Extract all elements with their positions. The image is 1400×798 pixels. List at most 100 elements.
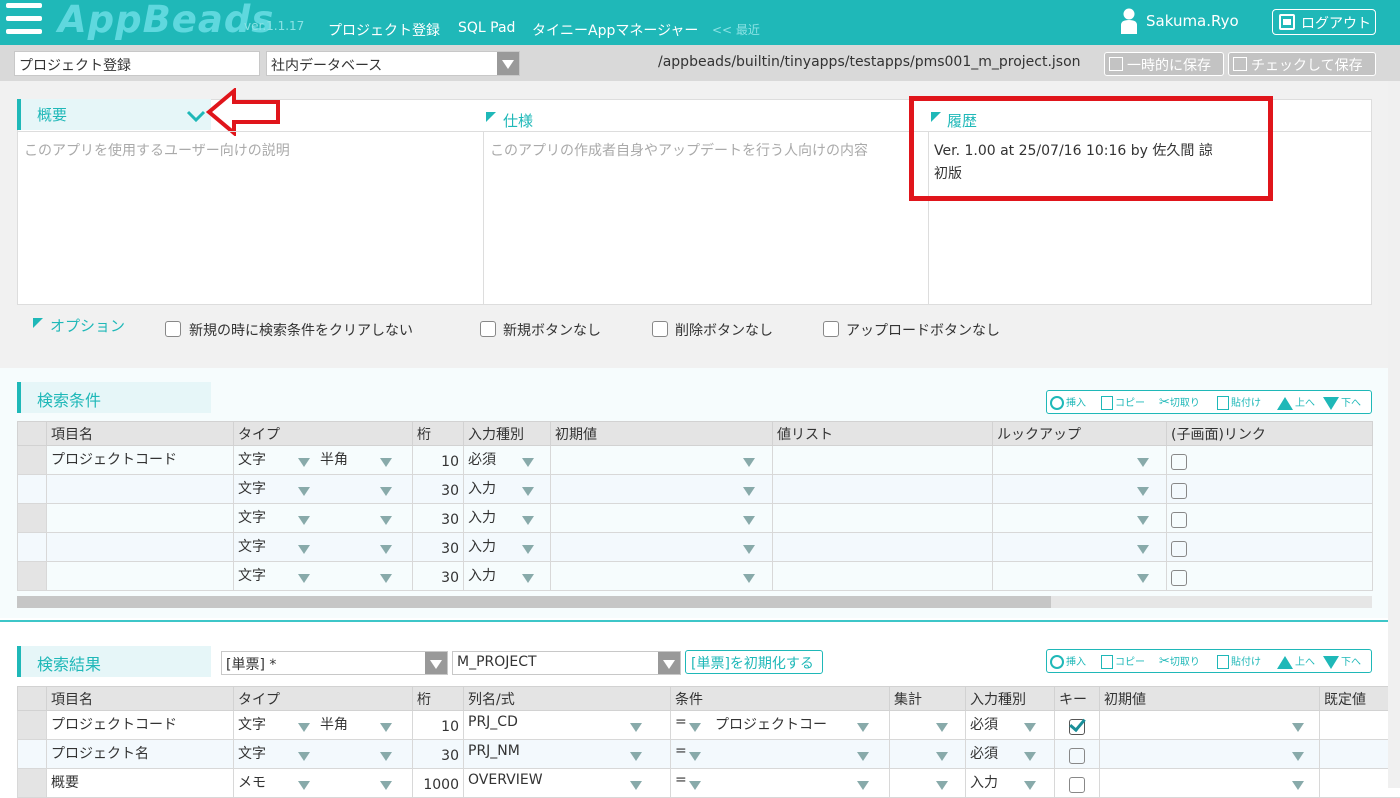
initial-value-cell[interactable]	[551, 475, 773, 504]
result-mode-select[interactable]: [単票] *	[221, 651, 448, 675]
initial-value-cell[interactable]	[551, 533, 773, 562]
initial-value-cell[interactable]	[551, 504, 773, 533]
nav-sql-pad[interactable]: SQL Pad	[458, 20, 515, 36]
input-type-cell[interactable]: 入力	[464, 533, 551, 562]
link-checkbox[interactable]	[1171, 541, 1187, 557]
value-list-cell[interactable]	[773, 446, 993, 475]
horizontal-scrollbar[interactable]	[17, 596, 1372, 608]
digits-cell[interactable]: 30	[413, 533, 464, 562]
column-name-cell[interactable]: PRJ_CD	[464, 711, 671, 740]
value-list-cell[interactable]	[773, 504, 993, 533]
digits-cell[interactable]: 10	[413, 711, 464, 740]
option-checkbox-no-delete[interactable]	[652, 321, 668, 337]
key-checkbox[interactable]	[1069, 748, 1085, 764]
input-type-cell[interactable]: 入力	[464, 504, 551, 533]
paste-button[interactable]: 貼付け	[1217, 394, 1261, 410]
value-list-cell[interactable]	[773, 562, 993, 591]
aggregate-cell[interactable]	[890, 769, 966, 798]
option-checkbox-keep-search[interactable]	[165, 321, 181, 337]
value-list-cell[interactable]	[773, 533, 993, 562]
overview-title[interactable]: 概要	[17, 99, 211, 130]
condition-cell[interactable]: =	[671, 740, 890, 769]
link-checkbox[interactable]	[1171, 512, 1187, 528]
digits-cell[interactable]: 30	[413, 504, 464, 533]
lookup-cell[interactable]	[993, 446, 1167, 475]
spec-title[interactable]: 仕様	[503, 110, 533, 131]
move-up-button[interactable]: 上へ	[1277, 653, 1315, 669]
row-handle[interactable]	[18, 504, 47, 533]
options-title[interactable]: オプション	[50, 315, 125, 336]
item-name-cell[interactable]	[47, 475, 234, 504]
initial-value-cell[interactable]	[1100, 740, 1320, 769]
hamburger-menu-icon[interactable]	[6, 3, 42, 37]
item-name-cell[interactable]: プロジェクトコード	[47, 446, 234, 475]
row-handle[interactable]	[18, 533, 47, 562]
description-textarea[interactable]: このアプリを使用するユーザー向けの説明	[24, 140, 474, 160]
type-cell[interactable]: 文字	[234, 504, 413, 533]
type-cell[interactable]: 文字	[234, 740, 413, 769]
item-name-cell[interactable]: プロジェクト名	[47, 740, 234, 769]
input-type-cell[interactable]: 必須	[966, 711, 1055, 740]
vertical-scrollbar[interactable]	[1388, 81, 1400, 788]
save-temporary-button[interactable]: 一時的に保存	[1104, 52, 1224, 76]
type-cell[interactable]: 文字	[234, 533, 413, 562]
initial-value-cell[interactable]	[551, 446, 773, 475]
row-handle[interactable]	[18, 562, 47, 591]
type-cell[interactable]: メモ	[234, 769, 413, 798]
condition-cell[interactable]: =プロジェクトコー	[671, 711, 890, 740]
nav-tiny-app-manager[interactable]: タイニーAppマネージャー	[532, 20, 698, 40]
lookup-cell[interactable]	[993, 504, 1167, 533]
initial-value-cell[interactable]	[551, 562, 773, 591]
link-checkbox[interactable]	[1171, 454, 1187, 470]
lookup-cell[interactable]	[993, 562, 1167, 591]
column-name-cell[interactable]: OVERVIEW	[464, 769, 671, 798]
result-table-select[interactable]: M_PROJECT	[452, 651, 681, 675]
item-name-cell[interactable]: 概要	[47, 769, 234, 798]
input-type-cell[interactable]: 必須	[966, 740, 1055, 769]
input-type-cell[interactable]: 入力	[464, 475, 551, 504]
type-cell[interactable]: 文字	[234, 475, 413, 504]
initial-value-cell[interactable]	[1100, 769, 1320, 798]
link-checkbox[interactable]	[1171, 483, 1187, 499]
option-checkbox-no-upload[interactable]	[823, 321, 839, 337]
copy-button[interactable]: コピー	[1101, 653, 1145, 669]
cut-button[interactable]: ✂切取り	[1159, 653, 1200, 669]
value-list-cell[interactable]	[773, 475, 993, 504]
item-name-cell[interactable]	[47, 562, 234, 591]
logout-button[interactable]: ログアウト	[1272, 9, 1376, 35]
input-type-cell[interactable]: 必須	[464, 446, 551, 475]
cut-button[interactable]: ✂切取り	[1159, 394, 1200, 410]
digits-cell[interactable]: 10	[413, 446, 464, 475]
condition-cell[interactable]: =	[671, 769, 890, 798]
row-handle[interactable]	[18, 711, 47, 740]
paste-button[interactable]: 貼付け	[1217, 653, 1261, 669]
link-checkbox[interactable]	[1171, 570, 1187, 586]
aggregate-cell[interactable]	[890, 711, 966, 740]
input-type-cell[interactable]: 入力	[464, 562, 551, 591]
nav-recent[interactable]: << 最近	[712, 21, 760, 38]
row-handle[interactable]	[18, 740, 47, 769]
type-cell[interactable]: 文字	[234, 562, 413, 591]
check-and-save-button[interactable]: チェックして保存	[1228, 52, 1376, 76]
digits-cell[interactable]: 30	[413, 475, 464, 504]
digits-cell[interactable]: 30	[413, 740, 464, 769]
move-up-button[interactable]: 上へ	[1277, 394, 1315, 410]
item-name-cell[interactable]	[47, 533, 234, 562]
init-single-form-button[interactable]: [単票]を初期化する	[685, 650, 823, 674]
row-handle[interactable]	[18, 446, 47, 475]
project-name-input[interactable]: プロジェクト登録	[14, 51, 260, 76]
insert-button[interactable]: 挿入	[1050, 394, 1086, 410]
aggregate-cell[interactable]	[890, 740, 966, 769]
scrollbar-thumb[interactable]	[17, 596, 1051, 608]
chevron-down-icon[interactable]	[186, 110, 206, 124]
digits-cell[interactable]: 30	[413, 562, 464, 591]
row-handle[interactable]	[18, 769, 47, 798]
nav-project-register[interactable]: プロジェクト登録	[328, 20, 440, 40]
digits-cell[interactable]: 1000	[413, 769, 464, 798]
column-name-cell[interactable]: PRJ_NM	[464, 740, 671, 769]
lookup-cell[interactable]	[993, 533, 1167, 562]
item-name-cell[interactable]	[47, 504, 234, 533]
initial-value-cell[interactable]	[1100, 711, 1320, 740]
type-cell[interactable]: 文字半角	[234, 711, 413, 740]
database-select[interactable]: 社内データベース	[266, 51, 520, 76]
